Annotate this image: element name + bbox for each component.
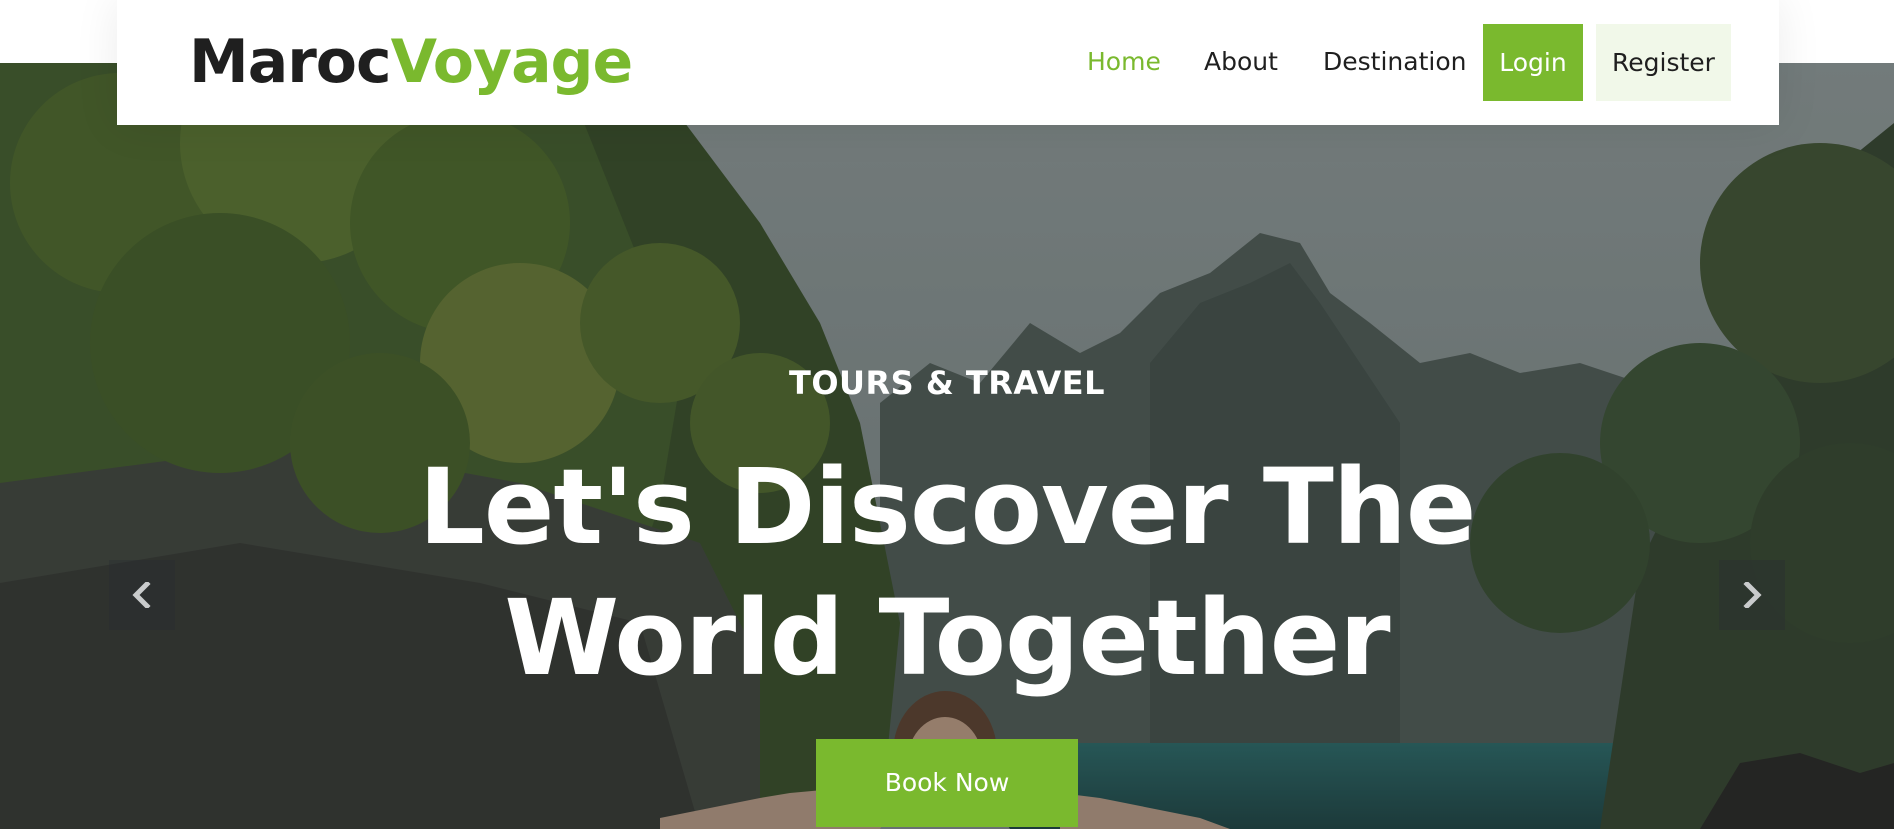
carousel-prev-button[interactable] bbox=[109, 560, 175, 630]
brand-name-part1: Maroc bbox=[189, 27, 392, 97]
hero-headline: Let's Discover The World Together bbox=[0, 442, 1894, 704]
hero-eyebrow: TOURS & TRAVEL bbox=[789, 364, 1105, 402]
nav-link-about[interactable]: About bbox=[1204, 38, 1278, 86]
nav-link-destination[interactable]: Destination bbox=[1323, 38, 1466, 86]
hero-headline-line2: World Together bbox=[504, 577, 1390, 699]
carousel-next-button[interactable] bbox=[1719, 560, 1785, 630]
chevron-right-icon bbox=[1743, 582, 1762, 608]
page: MarocVoyage Home About Destination Login… bbox=[0, 0, 1894, 829]
chevron-left-icon bbox=[132, 582, 151, 608]
nav-link-home[interactable]: Home bbox=[1087, 38, 1161, 86]
brand-name-part2: Voyage bbox=[390, 27, 634, 97]
register-button[interactable]: Register bbox=[1596, 24, 1731, 101]
navbar: MarocVoyage Home About Destination Login… bbox=[117, 0, 1779, 125]
brand-logo[interactable]: MarocVoyage bbox=[189, 22, 634, 102]
book-now-button[interactable]: Book Now bbox=[816, 739, 1078, 827]
hero-headline-line1: Let's Discover The bbox=[418, 446, 1477, 568]
login-button[interactable]: Login bbox=[1483, 24, 1583, 101]
